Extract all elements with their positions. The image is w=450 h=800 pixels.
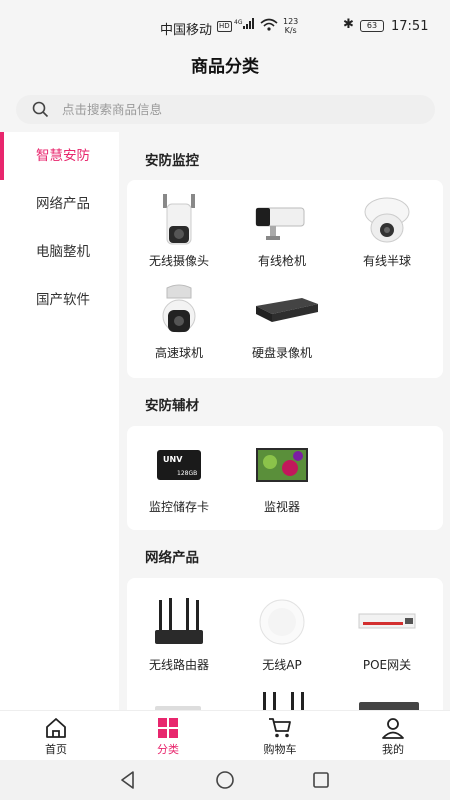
sidebar-item-domestic-software[interactable]: 国产软件 <box>0 276 119 324</box>
tab-label: 分类 <box>157 743 179 756</box>
cart-icon <box>269 718 291 738</box>
speed-value: 123 <box>283 17 299 26</box>
ptz-camera-icon <box>149 284 209 340</box>
sidebar-item-smart-security[interactable]: 智慧安防 <box>0 132 119 180</box>
product-label: 高速球机 <box>154 346 203 360</box>
product-label: POE网关 <box>362 658 412 672</box>
recents-icon[interactable] <box>311 770 331 790</box>
partial-switch-image <box>359 702 419 710</box>
tab-label: 购物车 <box>263 743 297 756</box>
sd-card-icon: UNV 128GB <box>149 438 209 494</box>
tab-mine[interactable]: 我的 <box>353 711 433 761</box>
system-nav-bar <box>0 760 450 800</box>
product-card: 无线摄像头 有线枪机 有线半球 高速球机 硬盘录像机 <box>127 180 443 378</box>
category-icon <box>158 718 178 738</box>
category-content: 智慧安防 网络产品 电脑整机 国产软件 安防监控 无线摄像头 有线枪机 有线半球… <box>0 132 450 710</box>
page-title: 商品分类 <box>191 57 259 77</box>
sidebar-item-label: 智慧安防 <box>36 148 90 164</box>
tab-label: 我的 <box>382 743 404 756</box>
hd-badge: HD <box>217 21 232 32</box>
product-label: 有线半球 <box>362 254 411 268</box>
sidebar-item-label: 网络产品 <box>36 196 90 212</box>
section-title: 安防监控 <box>145 153 199 169</box>
tab-cart[interactable]: 购物车 <box>240 711 320 761</box>
router-icon <box>149 596 209 652</box>
product-label: 监视器 <box>263 500 300 514</box>
sidebar-item-network-products[interactable]: 网络产品 <box>0 180 119 228</box>
product-ptz-camera[interactable]: 高速球机 <box>129 284 229 361</box>
battery-icon: 63 <box>360 20 384 32</box>
sidebar-item-computers[interactable]: 电脑整机 <box>0 228 119 276</box>
product-ap[interactable]: 无线AP <box>232 596 332 673</box>
carrier-label: 中国移动 <box>160 23 213 38</box>
product-poe-switch[interactable]: POE网关 <box>337 596 437 673</box>
sidebar-item-label: 国产软件 <box>36 292 90 308</box>
product-wireless-camera[interactable]: 无线摄像头 <box>129 192 229 269</box>
product-label: 无线摄像头 <box>148 254 209 268</box>
search-input[interactable] <box>62 95 422 124</box>
product-nvr[interactable]: 硬盘录像机 <box>232 284 332 361</box>
product-label: 监控储存卡 <box>148 500 209 514</box>
sidebar-item-label: 电脑整机 <box>36 244 90 260</box>
product-sd-card[interactable]: UNV 128GB 监控储存卡 <box>129 438 229 515</box>
product-label: 无线AP <box>262 658 302 672</box>
bottom-tab-bar: 首页 分类 购物车 我的 <box>0 710 450 760</box>
back-icon[interactable] <box>118 770 138 790</box>
bluetooth-icon: ✱ <box>343 17 354 32</box>
product-card: 无线路由器 无线AP POE网关 <box>127 578 443 710</box>
category-main: 安防监控 无线摄像头 有线枪机 有线半球 高速球机 硬盘录像机 安防辅材 UNV… <box>119 132 450 710</box>
sd-card-capacity: 128GB <box>177 470 197 477</box>
wireless-camera-icon <box>149 192 209 248</box>
wifi-icon <box>260 18 278 35</box>
tab-label: 首页 <box>45 743 67 756</box>
product-dome-camera[interactable]: 有线半球 <box>337 192 437 269</box>
tab-category[interactable]: 分类 <box>128 711 208 761</box>
product-label: 有线枪机 <box>257 254 306 268</box>
speed-unit: K/s <box>284 26 297 35</box>
signal-icon: 4G <box>234 18 256 33</box>
partial-router-image <box>259 692 309 710</box>
product-label: 无线路由器 <box>148 658 209 672</box>
user-icon <box>382 718 404 739</box>
status-time: 17:51 <box>391 19 429 34</box>
dome-camera-icon <box>357 192 417 248</box>
category-sidebar: 智慧安防 网络产品 电脑整机 国产软件 <box>0 132 119 710</box>
bullet-camera-icon <box>252 192 312 248</box>
search-icon <box>32 101 49 118</box>
tab-home[interactable]: 首页 <box>16 711 96 761</box>
product-label: 硬盘录像机 <box>251 346 312 360</box>
network-speed: 123 K/s <box>283 17 298 35</box>
product-bullet-camera[interactable]: 有线枪机 <box>232 192 332 269</box>
poe-switch-icon <box>357 596 417 652</box>
sd-card-brand: UNV <box>163 455 183 464</box>
nvr-icon <box>252 284 318 340</box>
monitor-icon <box>252 438 312 494</box>
home-button-icon[interactable] <box>215 770 235 790</box>
home-icon <box>46 718 66 738</box>
product-card: UNV 128GB 监控储存卡 监视器 <box>127 426 443 530</box>
section-title: 安防辅材 <box>145 398 199 414</box>
search-bar[interactable] <box>16 95 435 124</box>
network-type-label: 4G <box>234 19 243 26</box>
status-bar: 中国移动 HD 4G 123 K/s ✱ 63 17:51 <box>0 0 450 40</box>
product-router[interactable]: 无线路由器 <box>129 596 229 673</box>
product-monitor[interactable]: 监视器 <box>232 438 332 515</box>
section-title: 网络产品 <box>145 550 199 566</box>
access-point-icon <box>252 596 312 652</box>
